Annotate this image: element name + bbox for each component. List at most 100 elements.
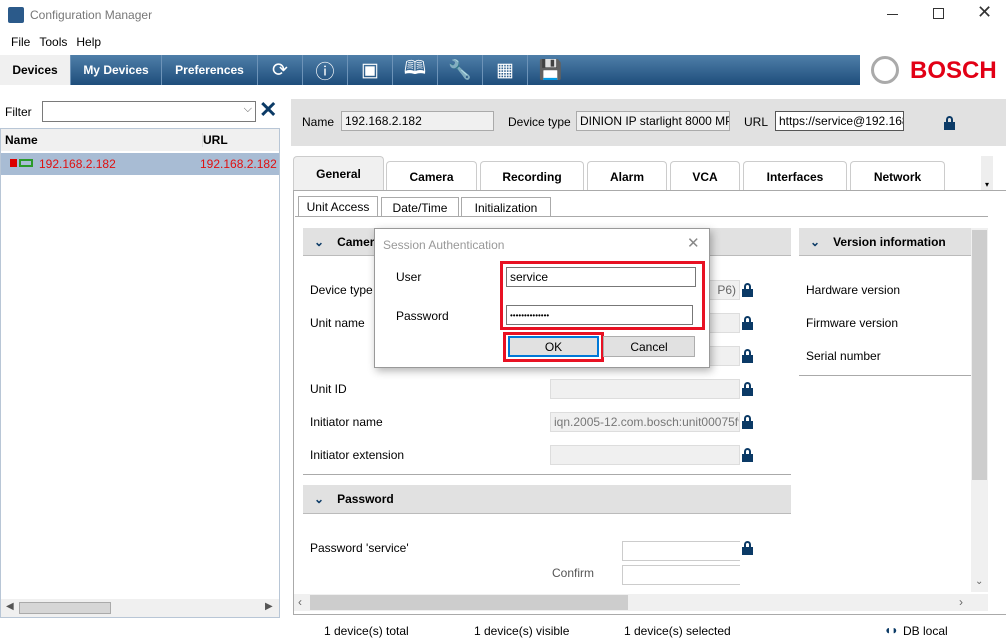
tab-my-devices[interactable]: My Devices	[71, 55, 162, 85]
lock-icon[interactable]	[742, 349, 753, 363]
lock-icon[interactable]	[742, 415, 753, 429]
initiator-name-field[interactable]: iqn.2005-12.com.bosch:unit00075f90b7	[550, 412, 740, 432]
unit-id-field[interactable]	[550, 379, 740, 399]
refresh-icon[interactable]: ⟳	[258, 55, 303, 85]
row-label: Initiator extension	[310, 448, 405, 462]
device-url: 192.168.2.182	[200, 157, 277, 171]
camera-status-icon	[19, 159, 33, 167]
tab-scroll-button[interactable]: ▾	[981, 156, 993, 191]
clear-filter-button[interactable]: ✕	[259, 97, 277, 123]
cancel-button[interactable]: Cancel	[603, 336, 695, 357]
hardware-version-label: Hardware version	[806, 283, 901, 297]
name-field[interactable]: 192.168.2.182	[341, 111, 494, 131]
tab-preferences[interactable]: Preferences	[162, 55, 258, 85]
database-icon: ◖◗	[884, 623, 899, 637]
filter-combo[interactable]: ⌵	[42, 101, 256, 122]
chevron-down-icon: ⌄	[810, 234, 821, 249]
subtab-unit-access[interactable]: Unit Access	[298, 196, 378, 217]
device-type-label: Device type	[508, 115, 571, 129]
minimize-button[interactable]	[887, 14, 898, 15]
status-db: DB local	[903, 624, 948, 638]
vertical-scrollbar[interactable]: ⌄	[971, 228, 988, 592]
url-field[interactable]: https://service@192.168.	[775, 111, 904, 131]
row-label: Device type	[310, 283, 373, 297]
tab-interfaces[interactable]: Interfaces	[743, 161, 847, 191]
version-section-title: Version information	[833, 234, 946, 249]
menu-bar: File Tools Help	[11, 35, 110, 49]
dialog-title: Session Authentication	[383, 238, 505, 252]
column-url[interactable]: URL	[202, 133, 228, 147]
user-label: User	[396, 270, 422, 284]
chevron-down-icon: ⌄	[314, 492, 325, 506]
password-field[interactable]	[622, 541, 740, 561]
status-selected: 1 device(s) selected	[624, 624, 731, 638]
version-section-header[interactable]: ⌄ Version information	[799, 228, 971, 256]
subtab-initialization[interactable]: Initialization	[461, 197, 551, 217]
manual-icon[interactable]: 🕮	[393, 55, 438, 85]
subtab-date-time[interactable]: Date/Time	[381, 197, 459, 217]
tab-camera[interactable]: Camera	[386, 161, 477, 191]
lock-icon[interactable]	[742, 316, 753, 330]
close-window-button[interactable]: ✕	[977, 2, 992, 23]
device-list: Name URL 192.168.2.182 192.168.2.182 ◀ ▶	[0, 128, 280, 618]
chevron-down-icon: ⌵	[243, 103, 252, 115]
row-label: Initiator name	[310, 415, 383, 429]
menu-file[interactable]: File	[11, 35, 30, 49]
wrench-icon[interactable]: 🔧	[438, 55, 483, 85]
ok-button[interactable]: OK	[508, 336, 599, 357]
confirm-label: Confirm	[552, 566, 595, 580]
status-total: 1 device(s) total	[324, 624, 409, 638]
lock-icon[interactable]	[742, 448, 753, 462]
user-input[interactable]: service	[506, 267, 696, 287]
lock-icon[interactable]	[742, 283, 753, 297]
table-icon[interactable]: ▦	[483, 55, 528, 85]
chevron-down-icon: ⌄	[314, 234, 325, 249]
lock-icon[interactable]	[742, 541, 753, 555]
status-visible: 1 device(s) visible	[474, 624, 570, 638]
password-service-label: Password 'service'	[310, 541, 409, 555]
device-header: Name 192.168.2.182 Device type DINION IP…	[291, 99, 1006, 146]
initiator-extension-field[interactable]	[550, 445, 740, 465]
password-section-title: Password	[337, 492, 394, 506]
table-row[interactable]: 192.168.2.182 192.168.2.182	[1, 153, 279, 175]
close-icon[interactable]: ✕	[687, 234, 700, 252]
bosch-logo-icon	[871, 56, 899, 84]
info-icon[interactable]: ⓘ	[303, 55, 348, 85]
confirm-password-field[interactable]	[622, 565, 740, 585]
password-input[interactable]: ••••••••••••••	[506, 305, 693, 325]
list-header: Name URL	[1, 129, 279, 151]
firmware-version-label: Firmware version	[806, 316, 899, 330]
scroll-thumb[interactable]	[972, 230, 987, 480]
tab-devices[interactable]: Devices	[0, 55, 71, 85]
name-label: Name	[302, 115, 335, 129]
snapshot-icon[interactable]: ▣	[348, 55, 393, 85]
save-icon[interactable]: 💾	[528, 55, 573, 85]
filter-label: Filter	[5, 105, 32, 119]
lock-icon[interactable]	[742, 382, 753, 396]
tab-recording[interactable]: Recording	[480, 161, 584, 191]
menu-tools[interactable]: Tools	[39, 35, 67, 49]
row-label: Unit ID	[310, 382, 347, 396]
row-label: Unit name	[310, 316, 365, 330]
tab-network[interactable]: Network	[850, 161, 945, 191]
lock-status-icon	[10, 159, 17, 167]
horizontal-scrollbar[interactable]: ◀ ▶	[1, 599, 279, 617]
maximize-button[interactable]	[933, 8, 944, 19]
menu-help[interactable]: Help	[76, 35, 101, 49]
password-section-header[interactable]: ⌄ Password	[303, 485, 791, 514]
tab-alarm[interactable]: Alarm	[587, 161, 667, 191]
device-name: 192.168.2.182	[39, 157, 116, 171]
horizontal-scrollbar[interactable]: ‹ ›	[294, 594, 988, 611]
scroll-thumb[interactable]	[310, 595, 628, 610]
app-icon	[8, 7, 24, 23]
tab-vca[interactable]: VCA	[670, 161, 740, 191]
bosch-logo: BOSCH	[910, 57, 997, 84]
tab-general[interactable]: General	[293, 156, 384, 191]
column-name[interactable]: Name	[5, 133, 38, 147]
device-type-field[interactable]: DINION IP starlight 8000 MP	[576, 111, 730, 131]
toolbar: Devices My Devices Preferences ⟳ ⓘ ▣ 🕮 🔧…	[0, 55, 860, 85]
lock-icon[interactable]	[944, 116, 955, 130]
scroll-thumb[interactable]	[19, 602, 111, 614]
password-label: Password	[396, 309, 449, 323]
serial-number-label: Serial number	[806, 349, 881, 363]
